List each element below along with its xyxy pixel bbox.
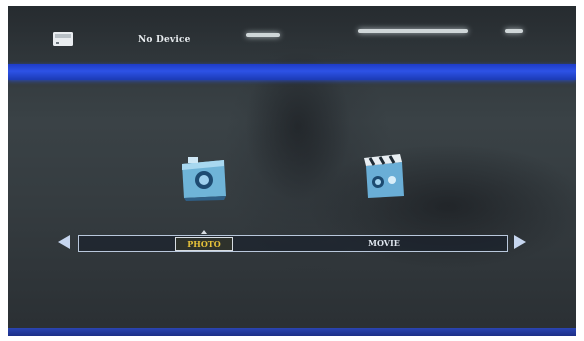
- arrow-right-icon[interactable]: [514, 235, 526, 249]
- footer-band: [8, 328, 576, 336]
- tv-screen: No Device PHOTO MOVIE: [8, 6, 576, 336]
- device-status-label: No Device: [138, 35, 191, 45]
- media-menu-bar: PHOTO MOVIE: [78, 235, 508, 252]
- menu-item-movie[interactable]: MOVIE: [359, 237, 409, 249]
- background-reflection: [223, 26, 373, 226]
- movie-clapper-icon[interactable]: [358, 152, 408, 200]
- reflection-light: [358, 29, 468, 33]
- reflection-light: [505, 29, 523, 33]
- storage-device-icon: [53, 32, 73, 46]
- arrow-left-icon[interactable]: [58, 235, 70, 249]
- photo-camera-icon[interactable]: [178, 154, 228, 202]
- menu-item-photo[interactable]: PHOTO: [175, 237, 233, 251]
- header-divider-band: [8, 64, 576, 80]
- selection-pointer-icon: [201, 230, 207, 234]
